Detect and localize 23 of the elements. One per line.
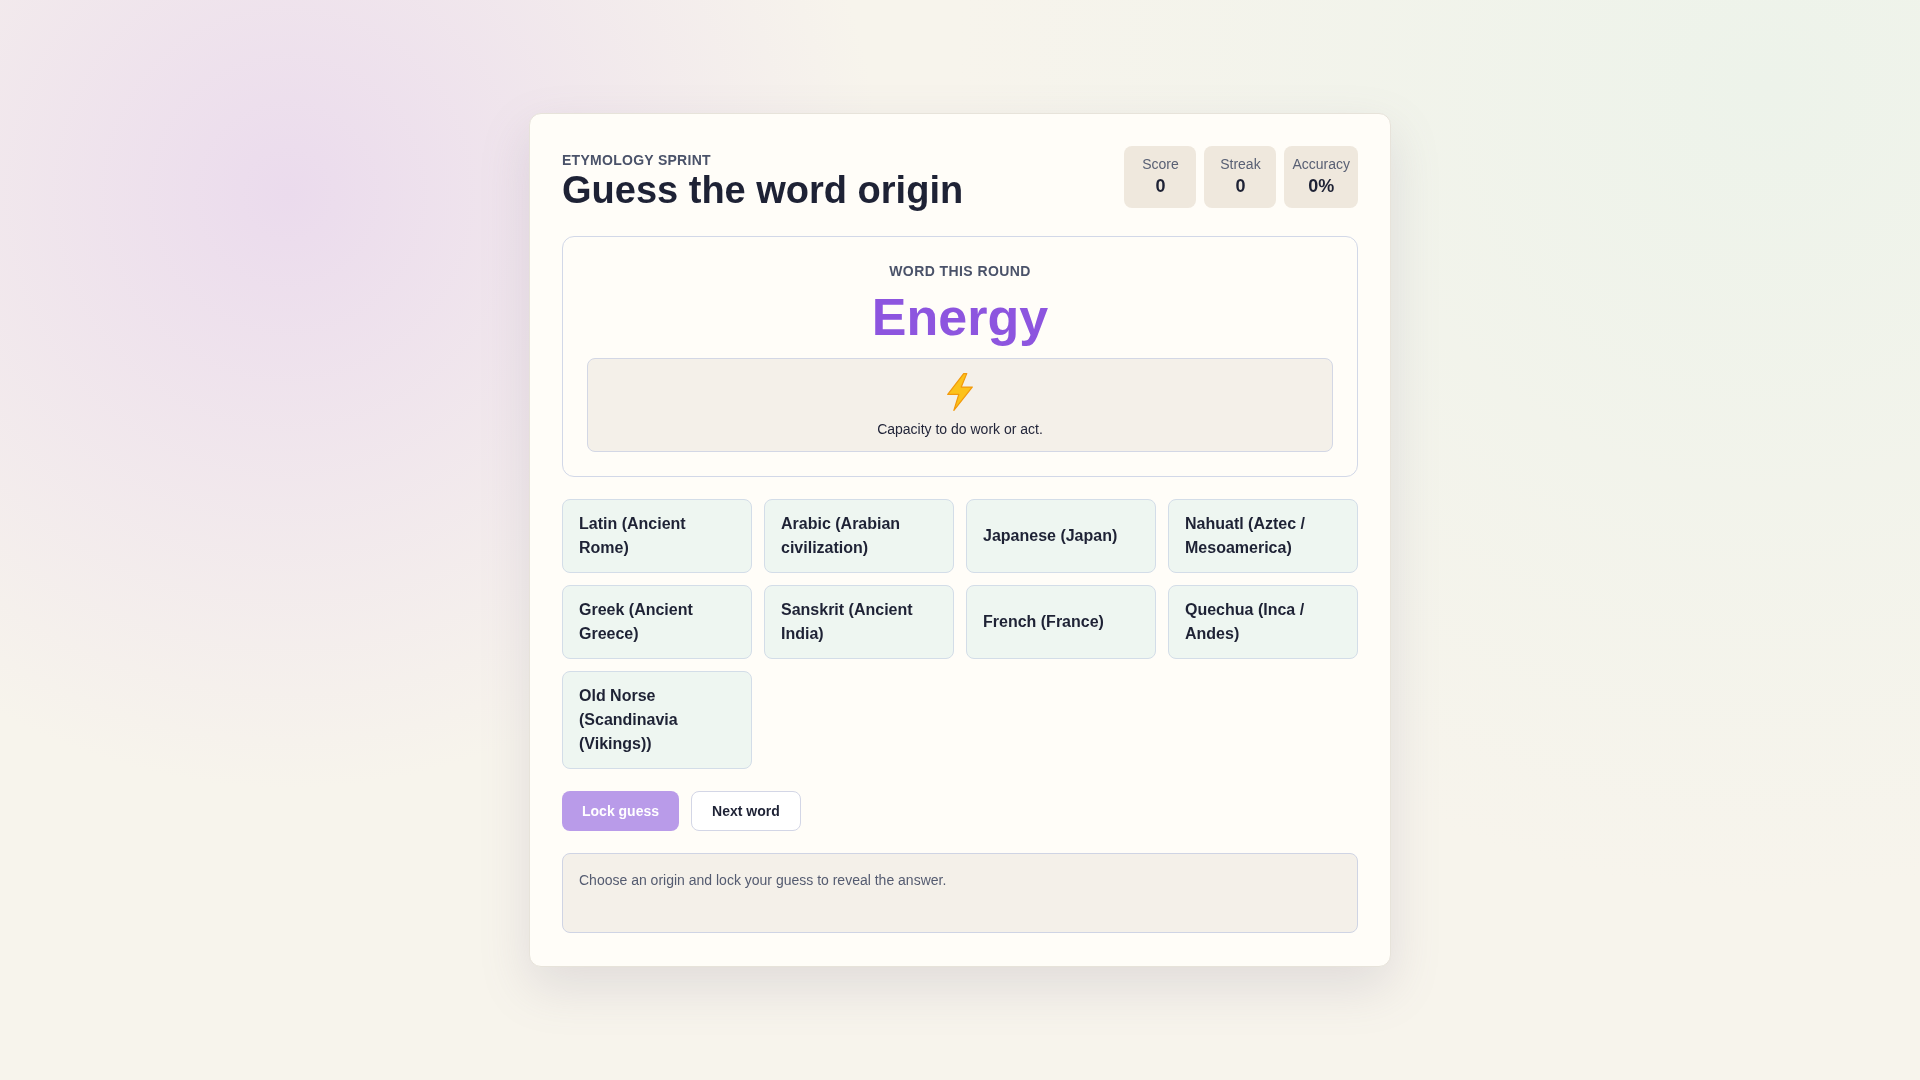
hint-text: Capacity to do work or act. <box>877 420 1043 439</box>
stat-value: 0 <box>1155 175 1166 198</box>
origin-option[interactable]: Sanskrit (Ancient India) <box>764 585 954 659</box>
lightning-bolt-icon <box>945 373 975 411</box>
feedback-message: Choose an origin and lock your guess to reveal the answer. <box>579 871 948 890</box>
origin-option[interactable]: Arabic (Arabian civilization) <box>764 499 954 573</box>
origin-option[interactable]: Japanese (Japan) <box>966 499 1156 573</box>
round-word: Energy <box>871 289 1049 346</box>
round-heading: WORD THIS ROUND <box>889 262 1031 281</box>
origin-option[interactable]: Quechua (Inca / Andes) <box>1168 585 1358 659</box>
origin-option[interactable]: Latin (Ancient Rome) <box>562 499 752 573</box>
next-word-button[interactable]: Next word <box>691 791 801 831</box>
stat-value: 0 <box>1235 175 1246 198</box>
page-title: Guess the word origin <box>562 170 964 210</box>
origin-option[interactable]: Nahuatl (Aztec / Mesoamerica) <box>1168 499 1358 573</box>
origin-option[interactable]: Greek (Ancient Greece) <box>562 585 752 659</box>
stat-label: Score <box>1142 155 1179 174</box>
origin-option[interactable]: Old Norse (Scandinavia (Vikings)) <box>562 671 752 769</box>
eyebrow-label: ETYMOLOGY SPRINT <box>562 151 712 170</box>
stat-label: Accuracy <box>1292 155 1350 174</box>
stat-value: 0% <box>1308 175 1335 198</box>
origin-option[interactable]: French (France) <box>966 585 1156 659</box>
stat-label: Streak <box>1220 155 1261 174</box>
